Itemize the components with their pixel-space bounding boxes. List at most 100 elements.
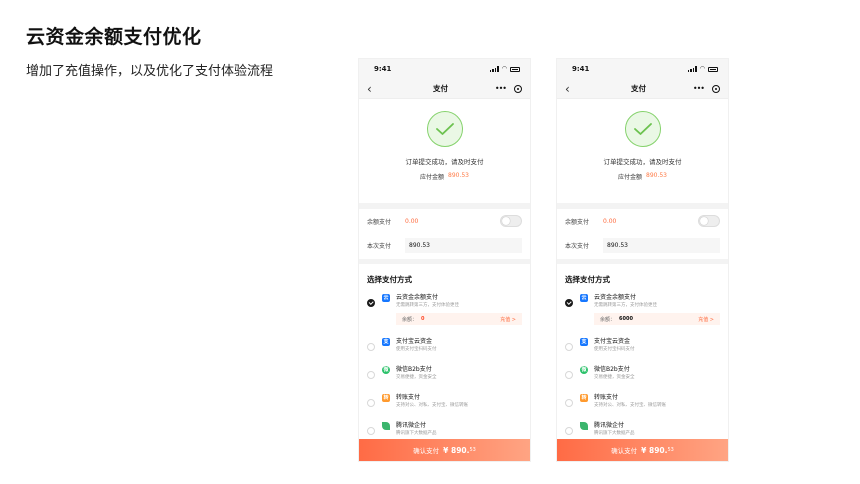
payment-method-alipay[interactable]: 支 支付宝云资金 使用支付宝扫码支付 <box>359 337 530 365</box>
balance-pay-toggle[interactable] <box>500 215 522 227</box>
cloud-balance-label: 余额： <box>600 316 616 323</box>
payment-method-transfer[interactable]: 转 转账支付 支持对公、对私、支付宝、微信转账 <box>557 393 728 421</box>
phone-mockup-after: 9:41 ◠ ‹ 支付 ••• 订单提交成功，请及时支付 应付金额 890.53… <box>556 58 729 462</box>
payment-method-transfer[interactable]: 转 转账支付 支持对公、对私、支付宝、微信转账 <box>359 393 530 421</box>
pay-now-input[interactable]: 890.53 <box>603 237 720 253</box>
payment-method-desc: 无需跳转第三方，支付体验更佳 <box>396 303 459 308</box>
confirm-pay-button[interactable]: 确认支付 ¥ 890. 53 <box>359 439 530 461</box>
payment-method-desc: 腾讯旗下大数据产品 <box>396 431 437 436</box>
more-dots-icon[interactable]: ••• <box>495 84 507 93</box>
recharge-link[interactable]: 充值 > <box>698 316 714 323</box>
cloud-balance-value: 6000 <box>619 315 633 322</box>
status-bar: 9:41 ◠ <box>557 59 728 79</box>
toggle-knob <box>502 217 510 225</box>
success-check-icon <box>426 111 463 147</box>
cloud-balance-row: 余额： 0 充值 > <box>396 313 522 325</box>
pay-now-label: 本次支付 <box>367 242 392 250</box>
payment-method-desc: 交易便捷，资金安全 <box>396 375 437 380</box>
cloud-fund-icon: 云 <box>580 294 588 302</box>
payment-method-desc: 支持对公、对私、支付宝、微信转账 <box>396 403 468 408</box>
amount-due-label: 应付金额 <box>617 174 642 181</box>
nav-title: 支付 <box>433 84 448 93</box>
slide-title: 云资金余额支付优化 <box>26 26 202 48</box>
payment-method-desc: 腾讯旗下大数据产品 <box>594 431 635 436</box>
phone-mockup-before: 9:41 ◠ ‹ 支付 ••• 订单提交成功，请及时支付 应付金额 890.53… <box>358 58 531 462</box>
confirm-pay-cents: 53 <box>469 447 476 453</box>
payment-method-wechat[interactable]: 微 微信B2b支付 交易便捷，资金安全 <box>557 365 728 393</box>
status-icons: ◠ <box>687 65 718 72</box>
confirm-pay-cents: 53 <box>667 447 674 453</box>
payment-method-name: 云资金余额支付 <box>396 294 439 301</box>
transfer-icon: 转 <box>580 394 588 402</box>
radio-unchecked-icon[interactable] <box>367 427 375 435</box>
radio-checked-icon[interactable] <box>565 299 573 307</box>
signal-icon <box>489 66 499 72</box>
slide-subtitle: 增加了充值操作，以及优化了支付体验流程 <box>26 64 274 79</box>
battery-icon <box>708 66 718 72</box>
payment-method-wechat[interactable]: 微 微信B2b支付 交易便捷，资金安全 <box>359 365 530 393</box>
payment-method-desc: 无需跳转第三方，支付体验更佳 <box>594 303 657 308</box>
confirm-pay-label: 确认支付 <box>413 447 440 455</box>
radio-checked-icon[interactable] <box>367 299 375 307</box>
amount-due-row: 应付金额 890.53 <box>618 172 667 181</box>
amount-due-row: 应付金额 890.53 <box>420 172 469 181</box>
payment-method-name: 转账支付 <box>594 394 619 401</box>
radio-unchecked-icon[interactable] <box>565 427 573 435</box>
payment-method-name: 腾讯微企付 <box>594 422 625 429</box>
payment-method-desc: 交易便捷，资金安全 <box>594 375 635 380</box>
confirm-pay-label: 确认支付 <box>611 447 638 455</box>
transfer-icon: 转 <box>382 394 390 402</box>
payment-method-desc: 使用支付宝扫码支付 <box>396 347 437 352</box>
payment-method-desc: 支持对公、对私、支付宝、微信转账 <box>594 403 666 408</box>
wifi-icon: ◠ <box>699 65 705 72</box>
payment-method-name: 微信B2b支付 <box>594 366 630 373</box>
success-check-icon <box>624 111 661 147</box>
pay-now-row: 本次支付 890.53 <box>557 233 728 257</box>
payment-method-title: 选择支付方式 <box>367 275 412 284</box>
balance-pay-toggle[interactable] <box>698 215 720 227</box>
radio-unchecked-icon[interactable] <box>367 399 375 407</box>
tencent-icon <box>580 422 588 430</box>
payment-method-alipay[interactable]: 支 支付宝云资金 使用支付宝扫码支付 <box>557 337 728 365</box>
success-section: 订单提交成功，请及时支付 应付金额 890.53 <box>557 99 728 203</box>
more-dots-icon[interactable]: ••• <box>693 84 705 93</box>
payment-method-cloud-fund[interactable]: 云 云资金余额支付 无需跳转第三方，支付体验更佳 余额： 0 充值 > <box>359 293 530 337</box>
confirm-pay-button[interactable]: 确认支付 ¥ 890. 53 <box>557 439 728 461</box>
alipay-icon: 支 <box>580 338 588 346</box>
close-target-icon[interactable] <box>712 84 720 93</box>
radio-unchecked-icon[interactable] <box>565 343 573 351</box>
payment-method-name: 腾讯微企付 <box>396 422 427 429</box>
recharge-link[interactable]: 充值 > <box>500 316 516 323</box>
close-target-icon[interactable] <box>514 84 522 93</box>
pay-now-input[interactable]: 890.53 <box>405 237 522 253</box>
balance-pay-label: 余额支付 <box>565 218 590 226</box>
radio-unchecked-icon[interactable] <box>367 343 375 351</box>
payment-method-name: 支付宝云资金 <box>396 338 433 345</box>
status-bar: 9:41 ◠ <box>359 59 530 79</box>
balance-pay-value: 0.00 <box>405 217 419 225</box>
back-arrow-icon[interactable]: ‹ <box>565 83 587 95</box>
balance-pay-row: 余额支付 0.00 <box>557 209 728 233</box>
balance-pay-label: 余额支付 <box>367 218 392 226</box>
balance-pay-row: 余额支付 0.00 <box>359 209 530 233</box>
payment-method-cloud-fund[interactable]: 云 云资金余额支付 无需跳转第三方，支付体验更佳 余额： 6000 充值 > <box>557 293 728 337</box>
radio-unchecked-icon[interactable] <box>565 399 573 407</box>
wechat-icon: 微 <box>580 366 588 374</box>
radio-unchecked-icon[interactable] <box>565 371 573 379</box>
radio-unchecked-icon[interactable] <box>367 371 375 379</box>
back-arrow-icon[interactable]: ‹ <box>367 83 389 95</box>
pay-now-label: 本次支付 <box>565 242 590 250</box>
capsule-menu: ••• <box>492 84 522 93</box>
payment-method-name: 微信B2b支付 <box>396 366 432 373</box>
amount-due-value: 890.53 <box>646 172 667 179</box>
tencent-icon <box>382 422 390 430</box>
confirm-pay-amount: ¥ 890. <box>641 445 668 455</box>
nav-title: 支付 <box>631 84 646 93</box>
cloud-balance-value: 0 <box>421 315 425 322</box>
payment-method-name: 云资金余额支付 <box>594 294 637 301</box>
toggle-knob <box>700 217 708 225</box>
battery-icon <box>510 66 520 72</box>
nav-bar: ‹ 支付 ••• <box>359 79 530 99</box>
payment-method-desc: 使用支付宝扫码支付 <box>594 347 635 352</box>
nav-bar: ‹ 支付 ••• <box>557 79 728 99</box>
